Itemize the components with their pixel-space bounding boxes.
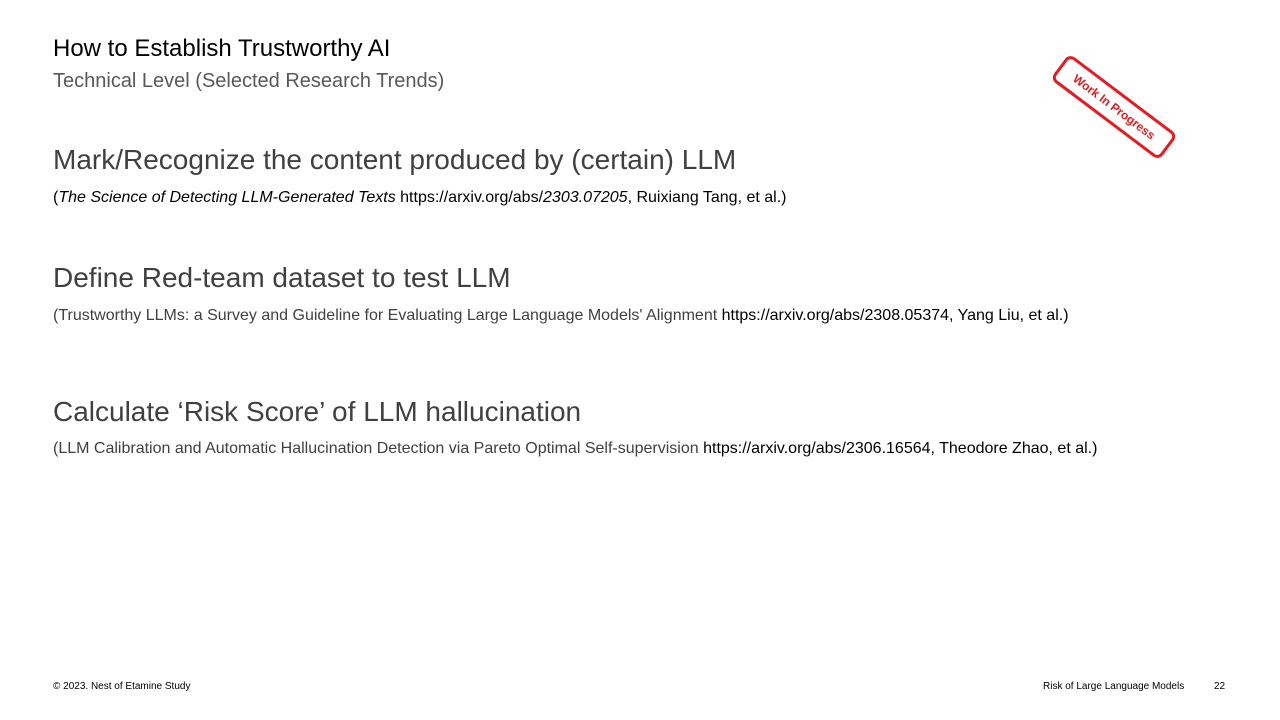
section-reference-trustworthy-llms: (Trustworthy LLMs: a Survey and Guidelin… bbox=[53, 307, 1069, 325]
footer-copyright: © 2023. Nest of Etamine Study bbox=[53, 681, 191, 692]
footer-page-number: 22 bbox=[1214, 681, 1226, 692]
ref-paper-title: (LLM Calibration and Automatic Hallucina… bbox=[53, 440, 699, 457]
work-in-progress-stamp: Work In Progress bbox=[1050, 53, 1178, 161]
slide-title: How to Establish Trustworthy AI bbox=[53, 35, 391, 62]
section-heading-red-team: Define Red-team dataset to test LLM bbox=[53, 262, 511, 293]
ref-url[interactable]: https://arxiv.org/abs/2308.05374 bbox=[717, 307, 949, 324]
ref-url-id[interactable]: 2303.07205 bbox=[543, 189, 628, 206]
stamp-text: Work In Progress bbox=[1070, 71, 1158, 143]
slide: How to Establish Trustworthy AI Technica… bbox=[0, 0, 1280, 720]
section-heading-risk-score: Calculate ‘Risk Score’ of LLM hallucinat… bbox=[53, 396, 582, 427]
ref-authors: , Theodore Zhao, et al.) bbox=[930, 440, 1098, 457]
section-heading-mark-recognize: Mark/Recognize the content produced by (… bbox=[53, 144, 737, 175]
section-reference-llm-calibration: (LLM Calibration and Automatic Hallucina… bbox=[53, 440, 1097, 458]
ref-url-prefix[interactable]: https://arxiv.org/abs/ bbox=[396, 189, 543, 206]
footer-deck-title: Risk of Large Language Models bbox=[1043, 681, 1185, 692]
slide-subtitle: Technical Level (Selected Research Trend… bbox=[53, 70, 445, 92]
ref-authors: , Ruixiang Tang, et al.) bbox=[627, 189, 787, 206]
section-reference-detecting-llm-texts: (The Science of Detecting LLM-Generated … bbox=[53, 189, 786, 207]
ref-paper-title: The Science of Detecting LLM-Generated T… bbox=[58, 189, 396, 206]
ref-url[interactable]: https://arxiv.org/abs/2306.16564 bbox=[699, 440, 930, 457]
ref-paper-title: (Trustworthy LLMs: a Survey and Guidelin… bbox=[53, 307, 718, 324]
ref-authors: , Yang Liu, et al.) bbox=[949, 307, 1069, 324]
